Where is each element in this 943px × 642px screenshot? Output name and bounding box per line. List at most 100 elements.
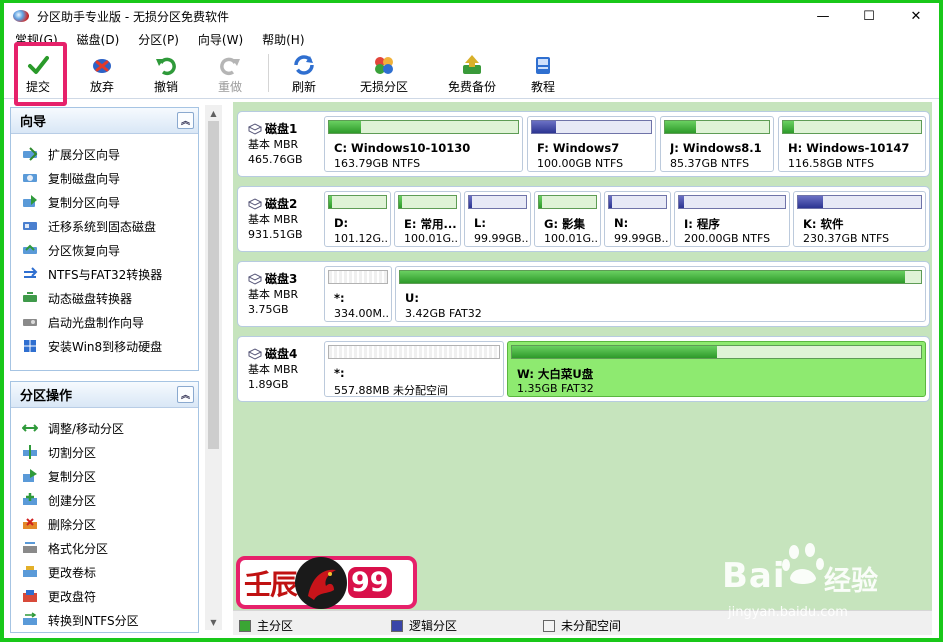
app-logo-icon [13, 10, 29, 22]
wizard-item-win8-usb[interactable]: 安装Win8到移动硬盘 [11, 334, 198, 358]
partition-size: 163.79GB NTFS [334, 157, 421, 170]
wizard-item-boot-disc[interactable]: 启动光盘制作向导 [11, 310, 198, 334]
copy-icon [23, 469, 37, 482]
legend-swatch [391, 619, 403, 632]
lossless-partition-button[interactable]: 无损分区 [360, 51, 408, 95]
usage-bar-fill [532, 121, 556, 133]
minimize-button[interactable]: — [800, 3, 846, 29]
partition-size: 99.99GB... [474, 232, 528, 245]
disk-row-3[interactable]: 磁盘3 基本 MBR 3.75GB *: 334.00M... U: 3.42GB … [237, 261, 930, 327]
redo-button[interactable]: 重做 [218, 51, 242, 95]
disk-row-2[interactable]: 磁盘2 基本 MBR 931.51GB D: 101.12G... E: 常用..… [237, 186, 930, 252]
partition-size: 85.37GB NTFS [670, 157, 750, 170]
partition-ops-header[interactable]: 分区操作 ︽ [11, 382, 198, 408]
wizard-item-ntfs-fat32[interactable]: NTFS与FAT32转换器 [11, 262, 198, 286]
partition-block[interactable]: D: 101.12G... [324, 191, 391, 247]
usage-bar-fill [609, 196, 612, 208]
toolbar-separator [268, 54, 269, 92]
op-delete[interactable]: 删除分区 [11, 512, 198, 536]
partition-block[interactable]: *: 557.88MB 未分配空间 [324, 341, 504, 397]
usage-bar [328, 345, 500, 359]
menu-disk[interactable]: 磁盘(D) [77, 31, 120, 48]
op-copy[interactable]: 复制分区 [11, 464, 198, 488]
partition-label: N: [614, 216, 629, 230]
partition-label: *: [334, 366, 345, 380]
scroll-thumb[interactable] [208, 121, 219, 449]
collapse-wizard-button[interactable]: ︽ [177, 112, 194, 129]
legend-unallocated: 未分配空间 [543, 617, 621, 634]
legend-bar: 主分区 逻辑分区 未分配空间 [233, 610, 932, 635]
free-backup-label: 免费备份 [448, 80, 497, 94]
split-icon [23, 445, 37, 459]
wizard-item-migrate-ssd[interactable]: 迁移系统到固态磁盘 [11, 214, 198, 238]
partition-size: 101.12G... [334, 232, 388, 245]
wizard-item-copy-disk[interactable]: 复制磁盘向导 [11, 166, 198, 190]
refresh-button[interactable]: 刷新 [292, 51, 316, 95]
partition-size: 100.00GB NTFS [537, 157, 624, 170]
tutorial-button[interactable]: 教程 [531, 51, 555, 95]
legend-primary: 主分区 [239, 617, 293, 634]
disk-row-1[interactable]: 磁盘1 基本 MBR 465.76GB C: Windows10-10130 16… [237, 111, 930, 177]
collapse-ops-button[interactable]: ︽ [177, 386, 194, 403]
partition-icon [375, 57, 393, 74]
partition-size: 230.37GB NTFS [803, 232, 890, 245]
usage-bar [328, 195, 387, 209]
wizard-item-extend-partition[interactable]: 扩展分区向导 [11, 142, 198, 166]
disk-row-4[interactable]: 磁盘4 基本 MBR 1.89GB *: 557.88MB 未分配空间 W: 大白… [237, 336, 930, 402]
partition-block[interactable]: H: Windows-10147 116.58GB NTFS [778, 116, 926, 172]
menu-partition[interactable]: 分区(P) [138, 31, 179, 48]
op-resize-move[interactable]: 调整/移动分区 [11, 416, 198, 440]
undo-button[interactable]: 撤销 [154, 51, 178, 95]
usage-bar [782, 120, 922, 134]
usage-bar-fill [798, 196, 823, 208]
op-change-letter[interactable]: 更改盘符 [11, 584, 198, 608]
redo-label: 重做 [218, 80, 243, 94]
partition-block[interactable]: W: 大白菜U盘 1.35GB FAT32 [507, 341, 926, 397]
op-convert-ntfs[interactable]: 转换到NTFS分区 [11, 608, 198, 632]
disk-info: 磁盘2 基本 MBR 931.51GB [248, 197, 303, 241]
refresh-icon [294, 55, 314, 75]
free-backup-button[interactable]: 免费备份 [448, 51, 496, 95]
op-create[interactable]: 创建分区 [11, 488, 198, 512]
close-button[interactable]: ✕ [893, 3, 939, 29]
usage-bar-fill [329, 196, 332, 208]
wizard-item-partition-recovery[interactable]: 分区恢复向导 [11, 238, 198, 262]
scroll-down-arrow-icon[interactable]: ▼ [205, 614, 222, 630]
partition-block[interactable]: U: 3.42GB FAT32 [395, 266, 926, 322]
wizard-item-copy-partition[interactable]: 复制分区向导 [11, 190, 198, 214]
partition-size: 557.88MB 未分配空间 [334, 384, 449, 397]
refresh-label: 刷新 [292, 80, 317, 94]
partition-block[interactable]: G: 影集 100.01G... [534, 191, 601, 247]
op-change-label[interactable]: 更改卷标 [11, 560, 198, 584]
maximize-button[interactable]: ☐ [846, 3, 892, 29]
partition-block[interactable]: K: 软件 230.37GB NTFS [793, 191, 926, 247]
partition-block[interactable]: E: 常用... 100.01G... [394, 191, 461, 247]
create-icon [23, 493, 37, 505]
menu-wizard[interactable]: 向导(W) [198, 31, 243, 48]
wizard-item-dynamic-disk[interactable]: 动态磁盘转换器 [11, 286, 198, 310]
op-format[interactable]: 格式化分区 [11, 536, 198, 560]
partition-label: C: Windows10-10130 [334, 141, 471, 155]
partition-ops-title: 分区操作 [20, 389, 73, 404]
partition-block[interactable]: F: Windows7 100.00GB NTFS [527, 116, 656, 172]
partition-block[interactable]: C: Windows10-10130 163.79GB NTFS [324, 116, 523, 172]
wizard-list: 扩展分区向导 复制磁盘向导 复制分区向导 迁移系统到固态磁盘 分区恢复向导 NT… [11, 134, 198, 358]
usage-bar-fill [512, 346, 717, 358]
partition-block[interactable]: I: 程序 200.00GB NTFS [674, 191, 790, 247]
menu-help[interactable]: 帮助(H) [262, 31, 304, 48]
partition-block[interactable]: N: 99.99GB... [604, 191, 671, 247]
left-pane-scrollbar[interactable]: ▲ ▼ [205, 105, 222, 630]
partition-block[interactable]: L: 99.99GB... [464, 191, 531, 247]
commit-highlight-box [14, 42, 67, 106]
letter-icon [23, 590, 37, 602]
partition-label: U: [405, 291, 419, 305]
scroll-up-arrow-icon[interactable]: ▲ [205, 105, 222, 121]
partition-block[interactable]: J: Windows8.1 85.37GB NTFS [660, 116, 774, 172]
discard-button[interactable]: 放弃 [90, 51, 114, 95]
legend-swatch [543, 619, 555, 632]
lossless-partition-label: 无损分区 [360, 80, 409, 94]
wizard-panel-header[interactable]: 向导 ︽ [11, 108, 198, 134]
op-split[interactable]: 切割分区 [11, 440, 198, 464]
partition-block[interactable]: *: 334.00M... [324, 266, 392, 322]
title-bar: 分区助手专业版 - 无损分区免费软件 — ☐ ✕ [4, 3, 939, 29]
